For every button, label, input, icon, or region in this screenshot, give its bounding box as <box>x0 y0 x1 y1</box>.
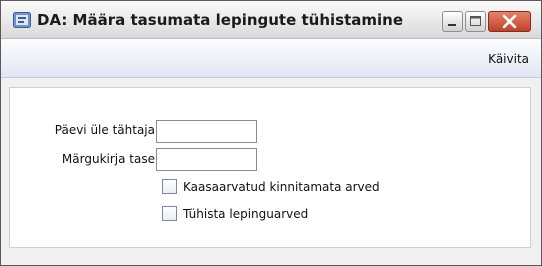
minimize-button[interactable] <box>442 11 463 32</box>
cancel-contract-invoices-checkbox[interactable] <box>162 206 177 221</box>
reminder-level-input[interactable] <box>156 148 257 171</box>
cancel-contract-invoices-option[interactable]: Tühista lepinguarved <box>162 206 308 221</box>
days-overdue-label: Päevi üle tähtaja <box>54 123 155 137</box>
maximize-icon <box>470 16 481 26</box>
window-title: DA: Määra tasumata lepingute tühistamine <box>37 11 404 29</box>
minimize-icon <box>448 24 456 26</box>
form-panel: Päevi üle tähtaja Märgukirja tase Kaasaa… <box>9 87 531 248</box>
maximize-button[interactable] <box>465 11 486 32</box>
toolbar: Käivita <box>1 39 541 78</box>
days-overdue-input[interactable] <box>156 120 257 143</box>
app-icon <box>13 12 31 28</box>
close-icon <box>502 14 517 29</box>
title-bar[interactable]: DA: Määra tasumata lepingute tühistamine <box>1 1 541 39</box>
include-unapproved-checkbox[interactable] <box>162 179 177 194</box>
include-unapproved-option[interactable]: Kaasaarvatud kinnitamata arved <box>162 179 380 194</box>
run-button[interactable]: Käivita <box>488 52 529 66</box>
reminder-level-label: Märgukirja tase <box>61 152 155 166</box>
include-unapproved-label: Kaasaarvatud kinnitamata arved <box>183 179 380 194</box>
cancel-contract-invoices-label: Tühista lepinguarved <box>183 206 309 221</box>
close-button[interactable] <box>488 11 531 32</box>
dialog-window: DA: Määra tasumata lepingute tühistamine… <box>0 0 542 266</box>
